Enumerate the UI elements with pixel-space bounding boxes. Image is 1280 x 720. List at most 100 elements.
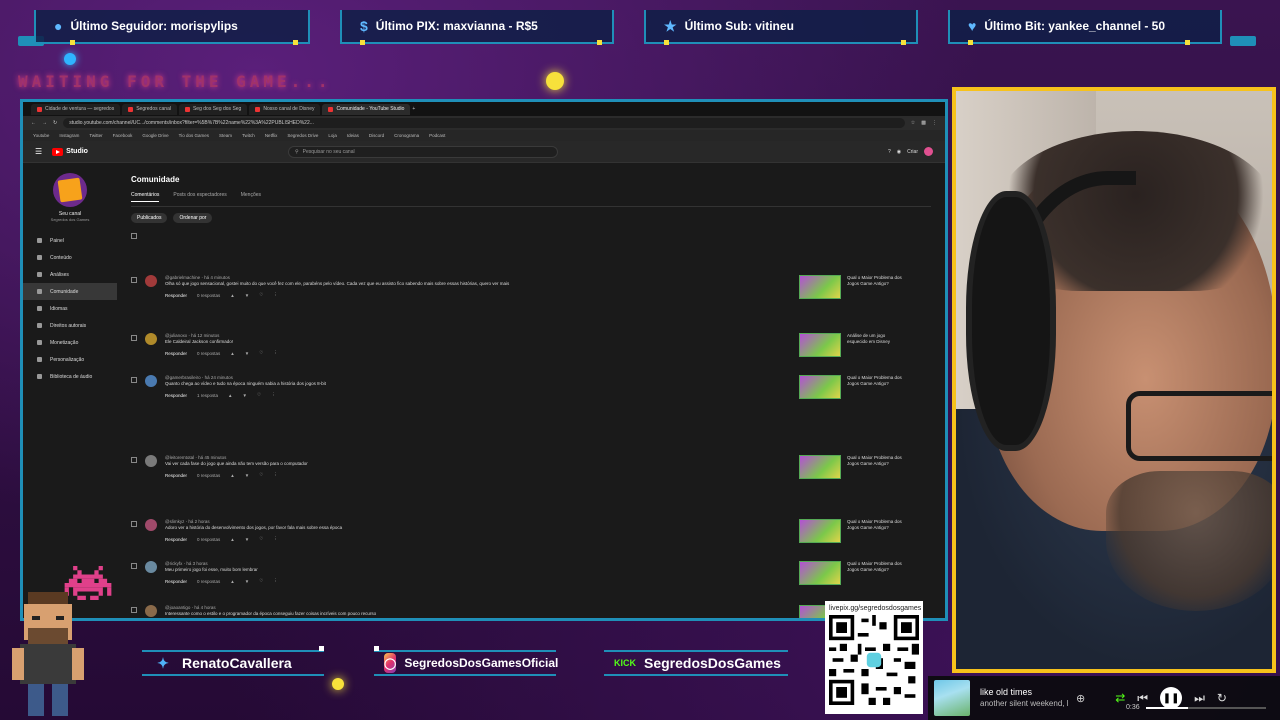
shuffle-icon[interactable]: ⇄ bbox=[1115, 691, 1125, 705]
replies-count[interactable]: 0 respostas bbox=[197, 293, 220, 298]
video-thumbnail[interactable] bbox=[799, 375, 841, 399]
bookmark[interactable]: Cronograma bbox=[394, 133, 419, 138]
thumbs-up-icon[interactable]: ▲ bbox=[230, 293, 234, 298]
reply-button[interactable]: Responder bbox=[165, 293, 187, 298]
account-avatar[interactable] bbox=[924, 147, 933, 156]
replies-count[interactable]: 0 respostas bbox=[197, 473, 220, 478]
thumbs-down-icon[interactable]: ▼ bbox=[245, 473, 249, 478]
help-icon[interactable]: ? bbox=[888, 149, 891, 155]
comment-author[interactable]: @julianoxx bbox=[165, 333, 187, 338]
browser-tab-active[interactable]: Comunidade - YouTube Studio bbox=[322, 103, 411, 115]
reply-button[interactable]: Responder bbox=[165, 351, 187, 356]
sidebar-item-idiomas[interactable]: Idiomas bbox=[23, 300, 117, 317]
bookmark[interactable]: Tio dos Games bbox=[179, 133, 209, 138]
progress-bar[interactable] bbox=[1146, 707, 1266, 709]
heart-icon[interactable]: ♡ bbox=[259, 536, 263, 542]
tab-posts[interactable]: Posts dos espectadores bbox=[173, 192, 226, 202]
comment-checkbox[interactable] bbox=[131, 277, 137, 283]
comment-checkbox[interactable] bbox=[131, 607, 137, 613]
sidebar-item-painel[interactable]: Painel bbox=[23, 232, 117, 249]
filter-order-chip[interactable]: Ordenar por bbox=[173, 213, 213, 223]
sidebar-item-audio[interactable]: Biblioteca de áudio bbox=[23, 368, 117, 385]
video-thumbnail[interactable] bbox=[799, 275, 841, 299]
thumbs-down-icon[interactable]: ▼ bbox=[245, 293, 249, 298]
thumbs-up-icon[interactable]: ▲ bbox=[230, 537, 234, 542]
heart-icon[interactable]: ♡ bbox=[259, 578, 263, 584]
sidebar-item-analises[interactable]: Análises bbox=[23, 266, 117, 283]
thumbs-up-icon[interactable]: ▲ bbox=[230, 351, 234, 356]
video-thumbnail[interactable] bbox=[799, 561, 841, 585]
sidebar-item-conteudo[interactable]: Conteúdo bbox=[23, 249, 117, 266]
bookmark[interactable]: Discord bbox=[369, 133, 384, 138]
thumbs-down-icon[interactable]: ▼ bbox=[243, 393, 247, 398]
star-bookmark-icon[interactable]: ☆ bbox=[911, 120, 915, 126]
replies-count[interactable]: 1 resposta bbox=[197, 393, 218, 398]
next-icon[interactable]: ⏭ bbox=[1194, 691, 1205, 706]
replies-count[interactable]: 0 respostas bbox=[197, 537, 220, 542]
heart-icon[interactable]: ♡ bbox=[257, 392, 261, 398]
bookmark[interactable]: Google Drive bbox=[142, 133, 168, 138]
back-icon[interactable]: ← bbox=[31, 120, 36, 126]
browser-tab[interactable]: Cidade de ventura — segredos bbox=[31, 103, 121, 115]
commenter-avatar[interactable] bbox=[145, 375, 157, 387]
commenter-avatar[interactable] bbox=[145, 561, 157, 573]
filter-published-chip[interactable]: Publicados bbox=[131, 213, 168, 223]
reply-button[interactable]: Responder bbox=[165, 473, 187, 478]
select-all-checkbox[interactable] bbox=[131, 233, 137, 239]
video-title[interactable]: Qual o Maior Problema dos Jogos Game Ant… bbox=[847, 375, 905, 387]
sidebar-item-comunidade[interactable]: Comunidade bbox=[23, 283, 117, 300]
reply-button[interactable]: Responder bbox=[165, 579, 187, 584]
more-icon[interactable]: ⋮ bbox=[271, 392, 276, 398]
sidebar-item-direitos[interactable]: Direitos autorais bbox=[23, 317, 117, 334]
more-icon[interactable]: ⋮ bbox=[273, 350, 278, 356]
channel-avatar[interactable] bbox=[53, 173, 87, 207]
new-tab-icon[interactable]: + bbox=[412, 106, 415, 112]
bookmark[interactable]: Steam bbox=[219, 133, 232, 138]
url-input[interactable]: studio.youtube.com/channel/UC.../comment… bbox=[63, 118, 905, 128]
forward-icon[interactable]: → bbox=[42, 120, 47, 126]
bookmark[interactable]: Youtube bbox=[33, 133, 49, 138]
bookmark[interactable]: Ideias bbox=[347, 133, 359, 138]
hamburger-icon[interactable]: ☰ bbox=[35, 147, 42, 156]
studio-search-input[interactable]: ⚲ Pesquisar no seu canal bbox=[287, 145, 558, 158]
browser-tab[interactable]: Segredos canal bbox=[122, 103, 177, 115]
pause-button[interactable]: ❚❚ bbox=[1160, 687, 1183, 709]
add-icon[interactable]: ⊕ bbox=[1076, 692, 1085, 705]
comment-author[interactable]: @leitoremtotal bbox=[165, 455, 194, 460]
browser-tab[interactable]: Seg dos Seg dos Seg bbox=[178, 103, 248, 115]
commenter-avatar[interactable] bbox=[145, 519, 157, 531]
more-icon[interactable]: ⋮ bbox=[273, 536, 278, 542]
thumbs-down-icon[interactable]: ▼ bbox=[245, 351, 249, 356]
commenter-avatar[interactable] bbox=[145, 605, 157, 617]
create-button[interactable]: Criar bbox=[907, 149, 918, 155]
more-icon[interactable]: ⋮ bbox=[273, 472, 278, 478]
comment-author[interactable]: @gabrielmachine bbox=[165, 275, 200, 280]
thumbs-up-icon[interactable]: ▲ bbox=[228, 393, 232, 398]
bookmark[interactable]: Twitch bbox=[242, 133, 255, 138]
bookmark[interactable]: Facebook bbox=[113, 133, 133, 138]
thumbs-up-icon[interactable]: ▲ bbox=[230, 473, 234, 478]
replies-count[interactable]: 0 respostas bbox=[197, 351, 220, 356]
menu-icon[interactable]: ⋮ bbox=[932, 120, 937, 126]
video-title[interactable]: Qual o Maior Problema dos Jogos Game Ant… bbox=[847, 275, 905, 287]
video-thumbnail[interactable] bbox=[799, 333, 841, 357]
notifications-icon[interactable]: ◉ bbox=[897, 149, 901, 155]
video-title[interactable]: Análise de um jogo esquecido em Disney bbox=[847, 333, 905, 345]
sidebar-item-personalizacao[interactable]: Personalização bbox=[23, 351, 117, 368]
browser-tab[interactable]: Nosso canal de Disney bbox=[249, 103, 321, 115]
commenter-avatar[interactable] bbox=[145, 333, 157, 345]
video-title[interactable]: Qual o Maior Problema dos Jogos Game Ant… bbox=[847, 519, 905, 531]
comment-author[interactable]: @gamerbrasileiro bbox=[165, 375, 201, 380]
bookmark[interactable]: Netflix bbox=[265, 133, 278, 138]
comment-author[interactable]: @slimkyz bbox=[165, 519, 184, 524]
tab-comentarios[interactable]: Comentários bbox=[131, 192, 160, 202]
reload-icon[interactable]: ↻ bbox=[53, 120, 57, 126]
video-thumbnail[interactable] bbox=[799, 455, 841, 479]
bookmark[interactable]: Loja bbox=[328, 133, 337, 138]
studio-logo[interactable]: Studio bbox=[52, 147, 88, 156]
comment-checkbox[interactable] bbox=[131, 521, 137, 527]
heart-icon[interactable]: ♡ bbox=[259, 292, 263, 298]
more-icon[interactable]: ⋮ bbox=[273, 292, 278, 298]
thumbs-down-icon[interactable]: ▼ bbox=[245, 537, 249, 542]
video-title[interactable]: Qual o Maior Problema dos Jogos Game Ant… bbox=[847, 455, 905, 467]
